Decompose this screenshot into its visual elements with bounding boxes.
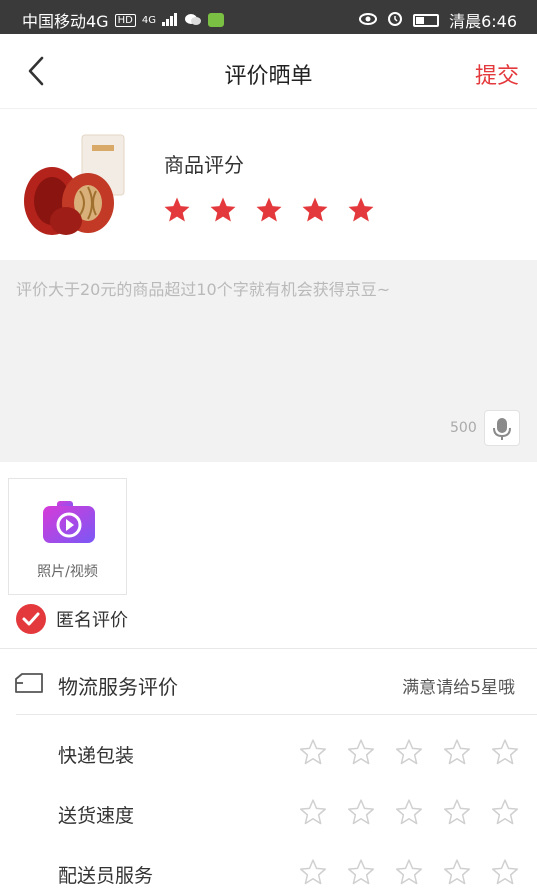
product-rating-label: 商品评分 bbox=[164, 153, 244, 177]
product-rating-section: 商品评分 bbox=[0, 108, 537, 259]
product-image[interactable] bbox=[22, 129, 130, 241]
courier-service-star-rating[interactable] bbox=[298, 857, 520, 887]
anonymous-review-toggle[interactable]: 匿名评价 bbox=[16, 603, 128, 635]
star-outline-icon[interactable] bbox=[298, 797, 328, 827]
logistics-title: 物流服务评价 bbox=[58, 675, 178, 699]
star-outline-icon[interactable] bbox=[298, 737, 328, 767]
wechat-icon bbox=[184, 11, 202, 30]
camera-video-icon bbox=[41, 499, 97, 545]
signal-icon bbox=[161, 11, 178, 30]
page-title: 评价晒单 bbox=[224, 64, 313, 89]
star-outline-icon[interactable] bbox=[346, 857, 376, 887]
star-outline-icon[interactable] bbox=[394, 737, 424, 767]
rating-row-packaging: 快递包装 bbox=[0, 735, 537, 775]
rating-row-label: 送货速度 bbox=[58, 805, 135, 827]
rating-row-label: 配送员服务 bbox=[58, 865, 154, 887]
submit-button[interactable]: 提交 bbox=[475, 58, 519, 90]
anonymous-review-label: 匿名评价 bbox=[56, 610, 128, 631]
logistics-hint: 满意请给5星哦 bbox=[402, 678, 515, 698]
clock-text: 清晨6:46 bbox=[449, 12, 517, 31]
review-textarea[interactable]: 评价大于20元的商品超过10个字就有机会获得京豆~ 500 bbox=[0, 260, 537, 462]
eye-icon bbox=[359, 11, 378, 30]
star-outline-icon[interactable] bbox=[490, 737, 520, 767]
star-outline-icon[interactable] bbox=[394, 797, 424, 827]
delivery-speed-star-rating[interactable] bbox=[298, 797, 520, 827]
star-outline-icon[interactable] bbox=[490, 857, 520, 887]
star-outline-icon[interactable] bbox=[442, 737, 472, 767]
packaging-star-rating[interactable] bbox=[298, 737, 520, 767]
star-filled-icon[interactable] bbox=[346, 195, 376, 225]
status-bar: 中国移动4G HD 4G 清晨6:46 bbox=[0, 0, 537, 34]
star-outline-icon[interactable] bbox=[442, 797, 472, 827]
divider bbox=[16, 714, 537, 715]
voice-input-button[interactable] bbox=[484, 410, 520, 446]
star-filled-icon[interactable] bbox=[208, 195, 238, 225]
star-outline-icon[interactable] bbox=[346, 737, 376, 767]
network-badge: 4G bbox=[141, 14, 156, 26]
review-placeholder: 评价大于20元的商品超过10个字就有机会获得京豆~ bbox=[16, 280, 391, 299]
char-limit-count: 500 bbox=[450, 420, 477, 436]
hd-badge: HD bbox=[114, 13, 136, 27]
app-notification-icon bbox=[207, 13, 224, 27]
microphone-icon bbox=[493, 418, 511, 440]
photo-video-label: 照片/视频 bbox=[37, 564, 98, 580]
star-outline-icon[interactable] bbox=[346, 797, 376, 827]
add-photo-video-button[interactable]: 照片/视频 bbox=[8, 478, 127, 595]
battery-icon bbox=[413, 13, 440, 27]
star-outline-icon[interactable] bbox=[298, 857, 328, 887]
product-star-rating[interactable] bbox=[162, 195, 376, 225]
star-filled-icon[interactable] bbox=[162, 195, 192, 225]
truck-icon bbox=[14, 671, 44, 695]
star-outline-icon[interactable] bbox=[442, 857, 472, 887]
rating-row-courier-service: 配送员服务 bbox=[0, 855, 537, 895]
checkmark-icon[interactable] bbox=[16, 604, 46, 634]
star-outline-icon[interactable] bbox=[394, 857, 424, 887]
logistics-rating-header: 物流服务评价 满意请给5星哦 bbox=[0, 649, 537, 715]
star-filled-icon[interactable] bbox=[300, 195, 330, 225]
star-outline-icon[interactable] bbox=[490, 797, 520, 827]
star-filled-icon[interactable] bbox=[254, 195, 284, 225]
nav-bar: 评价晒单 提交 bbox=[0, 34, 537, 108]
carrier-text: 中国移动4G bbox=[22, 12, 109, 31]
alarm-icon bbox=[387, 10, 403, 30]
rating-row-delivery-speed: 送货速度 bbox=[0, 795, 537, 835]
rating-row-label: 快递包装 bbox=[58, 745, 135, 767]
